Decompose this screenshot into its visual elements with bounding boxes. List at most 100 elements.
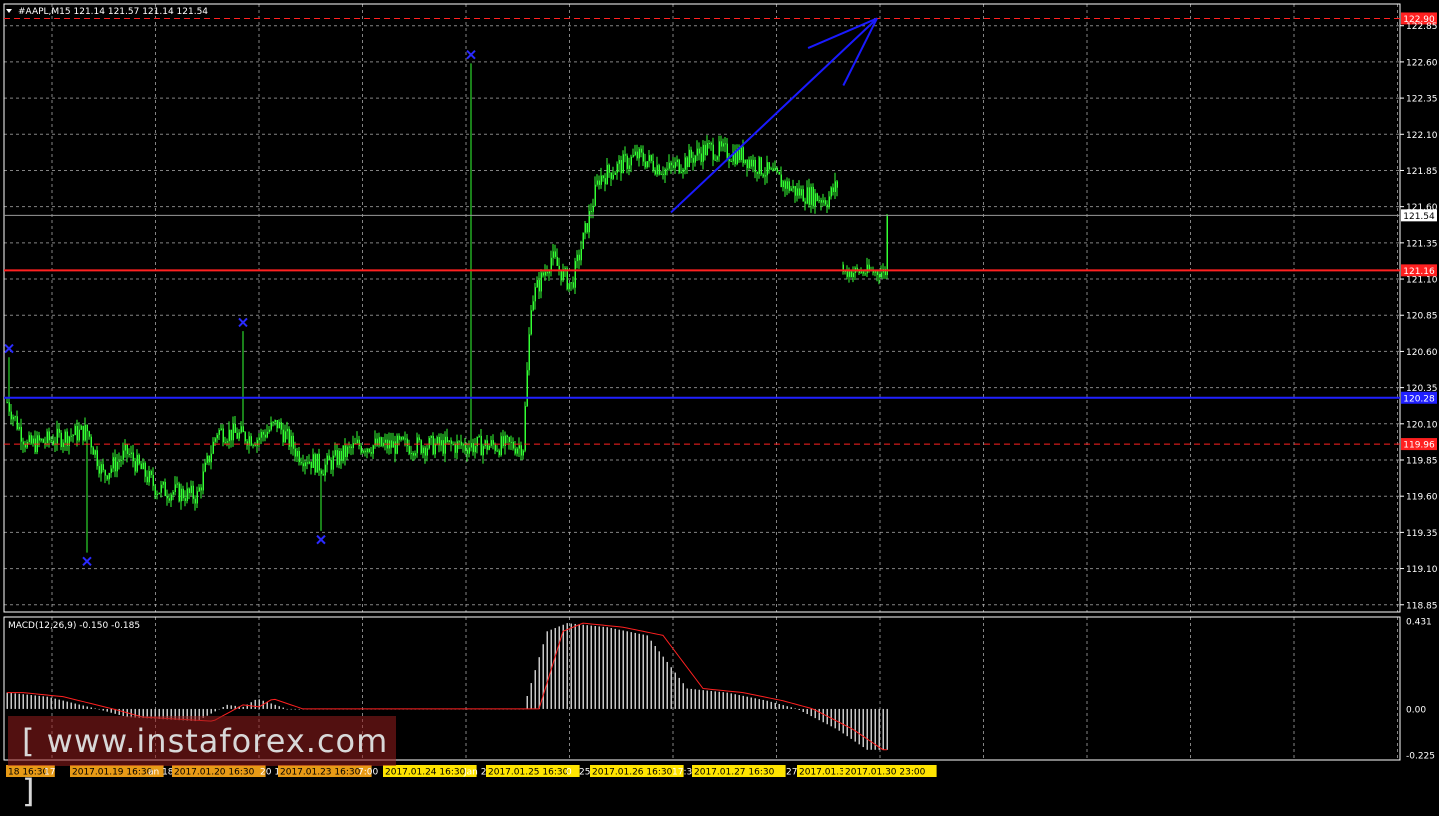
macd-histogram-bar [82,705,84,709]
candle-body [348,446,350,448]
candle-body [312,454,314,468]
macd-histogram-bar [770,701,772,709]
candle-body [26,442,28,448]
macd-histogram-bar [590,625,592,709]
candle-body [158,492,160,495]
candle-body [702,144,704,162]
candle-body [208,455,210,463]
candle-body [182,488,184,499]
candle-body [764,175,766,177]
candle-body [40,439,42,441]
price-axis-label: 122.10 [1406,131,1438,141]
macd-histogram-bar [594,625,596,709]
macd-histogram-bar [702,690,704,709]
candle-body [698,148,700,154]
macd-histogram-bar [602,626,604,709]
candle-body [228,429,230,442]
candle-body [132,452,134,462]
candle-body [268,429,270,432]
candle-body [128,453,130,455]
candle-body [240,426,242,433]
time-axis-label: 7:00 [358,768,378,778]
candle-body [88,431,90,437]
candle-body [320,470,322,474]
current-price-label: 121.54 [1403,212,1435,222]
macd-histogram-bar [570,623,572,709]
candle-body [470,443,472,448]
candle-body [380,437,382,446]
candle-body [78,429,80,441]
candle-body [426,448,428,456]
candle-body [412,452,414,456]
candle-body [402,437,404,440]
candle-body [42,439,44,443]
macd-histogram-bar [838,708,840,731]
candle-body [634,151,636,156]
macd-histogram-bar [290,708,292,710]
candle-body [502,436,504,447]
candle-body [876,271,878,275]
macd-histogram-bar [870,708,872,750]
macd-histogram-bar [74,703,76,709]
candle-body [582,232,584,249]
macd-histogram-bar [678,677,680,709]
macd-histogram-bar [642,634,644,709]
candle-body [458,441,460,443]
candle-body [518,445,520,449]
macd-histogram-bar [750,697,752,709]
macd-histogram-bar [530,683,532,709]
candle-body [404,438,406,440]
candle-body [496,450,498,452]
candle-body [534,287,536,302]
candle-body [246,441,248,446]
candle-body [708,143,710,145]
candle-body [150,471,152,476]
macd-histogram-bar [34,695,36,709]
candle-body [76,425,78,441]
macd-histogram-bar [766,700,768,709]
macd-histogram-bar [686,688,688,709]
macd-histogram-bar [66,701,68,709]
candle-body [452,443,454,445]
macd-axis-label: 0.431 [1406,617,1432,627]
macd-histogram-bar [270,703,272,709]
candle-body [874,271,876,273]
price-axis-label: 118.85 [1406,601,1438,611]
level-price-label: 119.96 [1403,441,1435,451]
candle-body [664,169,666,175]
candle-body [292,435,294,449]
candle-body [328,455,330,461]
candle-body [130,452,132,455]
candle-body [230,429,232,441]
candle-body [44,442,46,444]
candle-body [298,450,300,463]
candle-body [656,165,658,175]
candle-body [216,434,218,439]
candle-body [242,426,244,433]
candle-body [258,437,260,441]
candle-body [508,437,510,442]
candle-body [542,272,544,276]
candle-body [636,151,638,159]
candle-body [124,444,126,451]
candle-body [668,162,670,169]
candle-body [262,431,264,435]
candle-body [370,452,372,454]
candle-body [384,439,386,443]
candle-body [614,172,616,175]
macd-histogram-bar [38,695,40,709]
candle-body [866,264,868,274]
candle-body [570,282,572,284]
candle-body [574,261,576,288]
candle-body [106,475,108,480]
candle-body [520,445,522,456]
macd-histogram-bar [18,693,20,709]
macd-histogram-bar [866,708,868,750]
candle-body [814,193,816,207]
candle-body [852,272,854,278]
macd-histogram-bar [222,707,224,709]
candle-body [172,492,174,495]
candle-body [126,444,128,454]
candle-body [718,141,720,157]
candle-body [398,435,400,440]
